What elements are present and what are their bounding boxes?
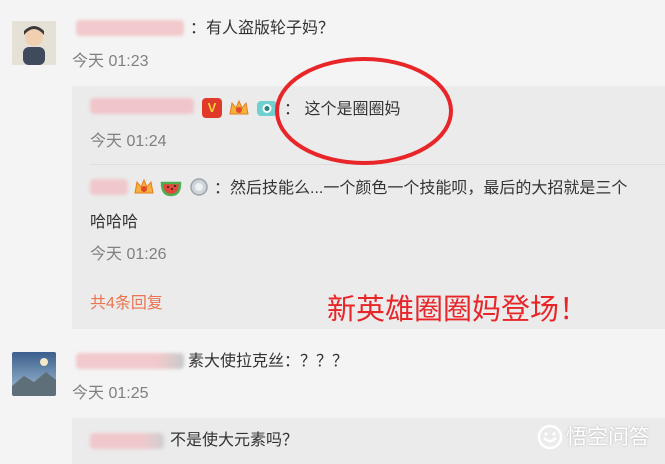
more-replies-link[interactable]: 共4条回复 [90, 294, 163, 314]
username-blurred[interactable] [90, 98, 194, 114]
highlight-circle-annotation [273, 55, 455, 167]
comment-timestamp: 今天 01:23 [72, 53, 149, 70]
wukong-logo-icon [537, 424, 563, 450]
reply-text: 不是使大元素吗？ [170, 432, 299, 449]
comment-text: ：有人盗版轮子妈？ [190, 20, 335, 37]
reply-timestamp: 今天 01:24 [90, 133, 167, 150]
crown-icon [133, 177, 155, 197]
medal-icon [188, 177, 210, 197]
annotation-text: 新英雄圈圈妈登场！ [327, 294, 589, 326]
username-blurred[interactable] [90, 433, 164, 449]
watermelon-icon [160, 177, 182, 197]
v-badge-icon: V [202, 98, 222, 118]
username-blurred[interactable] [90, 179, 128, 195]
avatar[interactable] [12, 21, 56, 65]
username-blurred[interactable] [76, 20, 184, 36]
username-blurred[interactable] [76, 353, 184, 369]
comment-text: 素大使拉克丝：？？？ [188, 353, 349, 370]
reply-text-continued: 哈哈哈 [90, 214, 139, 231]
comment-timestamp: 今天 01:25 [72, 385, 149, 402]
reply-timestamp: 今天 01:26 [90, 246, 167, 263]
crown-icon [228, 98, 250, 118]
avatar[interactable] [12, 352, 56, 396]
reply-text: ：然后技能么...一个颜色一个技能呗，最后的大招就是三个 [214, 180, 628, 197]
watermark-text: 悟空问答 [566, 426, 650, 449]
